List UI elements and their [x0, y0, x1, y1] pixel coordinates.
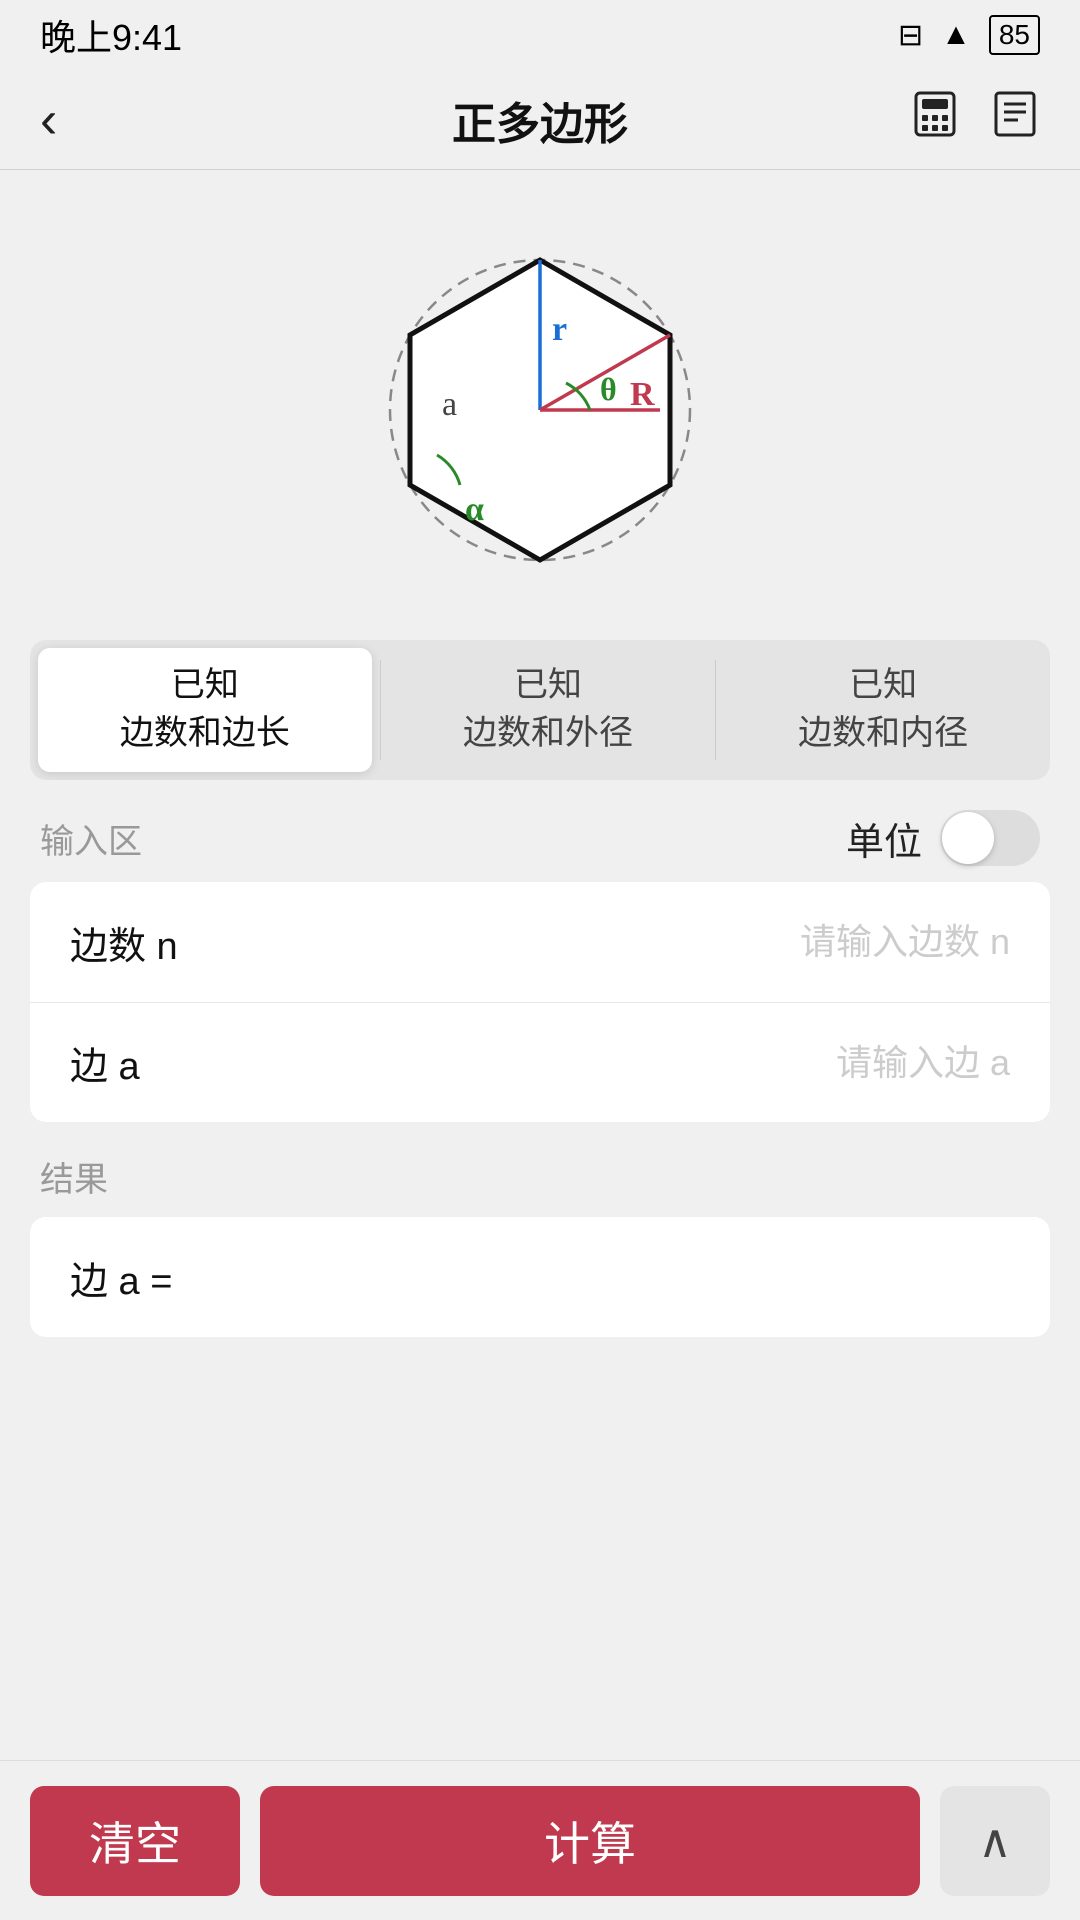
calculator-icon[interactable] — [910, 89, 960, 150]
wifi-icon: ▲ — [941, 18, 971, 52]
polygon-diagram: r R θ α a — [330, 210, 750, 610]
book-icon[interactable] — [990, 89, 1040, 150]
page-title: 正多边形 — [452, 88, 628, 152]
input-section-header: 输入区 单位 — [0, 780, 1080, 882]
unit-row: 单位 — [846, 810, 1040, 866]
result-card: 边 a = — [30, 1217, 1050, 1337]
header-actions — [910, 89, 1040, 150]
header: ‹ 正多边形 — [0, 70, 1080, 170]
svg-text:R: R — [630, 376, 655, 413]
unit-label: 单位 — [846, 811, 922, 866]
collapse-button[interactable]: ∧ — [940, 1786, 1050, 1896]
diagram-area: r R θ α a — [0, 170, 1080, 640]
input-row-side-a: 边 a — [30, 1002, 1050, 1122]
status-bar: 晚上9:41 ⊟ ▲ 85 — [0, 0, 1080, 70]
side-a-label: 边 a — [70, 1035, 270, 1090]
svg-text:r: r — [552, 311, 567, 348]
battery-level: 85 — [989, 15, 1040, 55]
tab-sides-length[interactable]: 已知 边数和边长 — [38, 648, 372, 772]
bottom-bar: 清空 计算 ∧ — [0, 1760, 1080, 1920]
svg-text:α: α — [465, 491, 484, 528]
back-button[interactable]: ‹ — [40, 94, 57, 146]
status-time: 晚上9:41 — [40, 9, 182, 61]
sides-label: 边数 n — [70, 915, 270, 970]
svg-text:a: a — [442, 386, 457, 423]
toggle-knob — [942, 812, 994, 864]
result-a-label: 边 a = — [70, 1250, 172, 1305]
tabs-container: 已知 边数和边长 已知 边数和外径 已知 边数和内径 — [30, 640, 1050, 780]
result-section-label: 结果 — [0, 1122, 1080, 1217]
side-a-input[interactable] — [270, 1042, 1010, 1084]
calculate-button[interactable]: 计算 — [260, 1786, 920, 1896]
input-section-label: 输入区 — [40, 814, 142, 863]
tab-sides-outer[interactable]: 已知 边数和外径 — [381, 640, 715, 780]
input-card: 边数 n 边 a — [30, 882, 1050, 1122]
unit-toggle[interactable] — [940, 810, 1040, 866]
sides-input[interactable] — [270, 921, 1010, 963]
result-row-a: 边 a = — [30, 1217, 1050, 1337]
tab-sides-inner[interactable]: 已知 边数和内径 — [716, 640, 1050, 780]
svg-text:θ: θ — [600, 371, 617, 407]
input-row-sides: 边数 n — [30, 882, 1050, 1002]
clear-button[interactable]: 清空 — [30, 1786, 240, 1896]
status-icons: ⊟ ▲ 85 — [898, 15, 1040, 55]
battery-icon: ⊟ — [898, 18, 923, 53]
